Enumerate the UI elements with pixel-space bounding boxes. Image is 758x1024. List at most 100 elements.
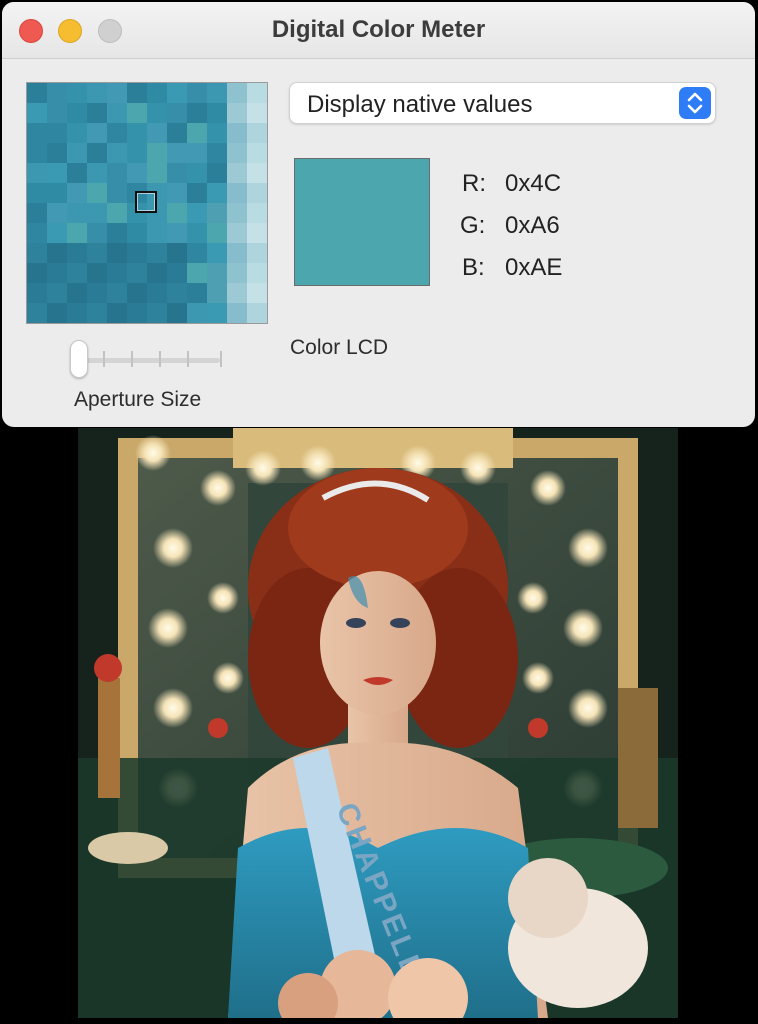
magnifier-pixel — [47, 103, 67, 123]
magnifier-pixel — [87, 143, 107, 163]
magnifier-pixel — [47, 243, 67, 263]
magnifier-pixel — [47, 203, 67, 223]
magnifier-pixel — [27, 123, 47, 143]
magnifier-pixel — [127, 123, 147, 143]
magnifier-pixel — [87, 83, 107, 103]
aperture-size-slider[interactable] — [70, 338, 226, 378]
magnifier-pixel — [47, 283, 67, 303]
color-swatch — [294, 158, 430, 286]
magnifier-pixel — [67, 143, 87, 163]
digital-color-meter-window: Digital Color Meter Aperture Size Displa… — [2, 2, 755, 427]
magnifier-pixel — [27, 243, 47, 263]
magnifier-pixel — [207, 103, 227, 123]
magnifier-pixel — [147, 123, 167, 143]
display-values-popup[interactable]: Display native values — [289, 82, 716, 124]
magnifier-pixel — [87, 203, 107, 223]
magnifier-pixel — [167, 163, 187, 183]
magnifier-pixel — [187, 123, 207, 143]
magnifier-pixel — [227, 283, 247, 303]
magnifier-pixel — [187, 203, 207, 223]
magnifier-pixel — [47, 123, 67, 143]
magnifier-pixel — [27, 263, 47, 283]
magnifier-pixel — [127, 303, 147, 323]
magnifier-pixel — [187, 183, 207, 203]
magnifier-pixel — [27, 163, 47, 183]
magnifier-pixel — [107, 303, 127, 323]
magnifier-pixel — [127, 223, 147, 243]
magnifier-pixel — [167, 243, 187, 263]
magnifier-pixel — [27, 103, 47, 123]
magnifier-pixel — [187, 223, 207, 243]
magnifier-pixel — [87, 183, 107, 203]
magnifier-pixel — [187, 243, 207, 263]
popup-stepper[interactable] — [679, 87, 711, 119]
magnifier-pixel — [127, 143, 147, 163]
magnifier-pixel — [47, 183, 67, 203]
green-channel-label: G: — [460, 212, 486, 239]
magnifier-pixel — [207, 143, 227, 163]
slider-track — [76, 358, 220, 363]
magnifier-pixel — [187, 263, 207, 283]
magnifier-pixel — [87, 163, 107, 183]
magnifier-pixel — [127, 283, 147, 303]
magnifier-pixel — [147, 223, 167, 243]
magnifier-pixel — [207, 183, 227, 203]
magnifier-pixel — [107, 283, 127, 303]
magnifier-pixel — [167, 283, 187, 303]
green-channel-value: 0xA6 — [505, 212, 560, 239]
magnifier-pixel — [147, 243, 167, 263]
magnifier-pixel — [247, 103, 267, 123]
magnifier-pixel — [127, 103, 147, 123]
slider-tick — [131, 351, 133, 367]
magnifier-pixel — [247, 83, 267, 103]
slider-tick — [187, 351, 189, 367]
magnifier-pixel — [107, 223, 127, 243]
magnifier-pixel — [247, 263, 267, 283]
magnifier-pixel — [207, 283, 227, 303]
magnifier-pixel — [87, 103, 107, 123]
magnifier-pixel — [107, 103, 127, 123]
magnifier-pixel — [187, 83, 207, 103]
blue-channel-label: B: — [462, 254, 485, 281]
magnifier-pixel — [67, 183, 87, 203]
magnifier-pixel — [207, 243, 227, 263]
magnifier-pixel — [147, 143, 167, 163]
magnifier-pixel — [47, 263, 67, 283]
magnifier-pixel — [207, 223, 227, 243]
magnifier-pixel — [87, 123, 107, 143]
magnifier-pixel — [27, 303, 47, 323]
magnifier-pixel — [107, 203, 127, 223]
background-photo: CHAPPELL — [78, 428, 678, 1018]
slider-tick — [103, 351, 105, 367]
titlebar[interactable]: Digital Color Meter — [2, 2, 755, 59]
magnifier-pixel — [167, 123, 187, 143]
magnifier-pixel — [247, 123, 267, 143]
magnifier-pixel — [67, 283, 87, 303]
magnifier-pixel — [187, 163, 207, 183]
magnifier-pixel — [107, 183, 127, 203]
magnifier-pixel — [107, 243, 127, 263]
slider-tick — [220, 351, 222, 367]
magnifier-pixel — [147, 283, 167, 303]
magnifier-pixel — [247, 303, 267, 323]
slider-tick — [159, 351, 161, 367]
magnifier-pixel — [67, 103, 87, 123]
magnifier-pixel — [227, 183, 247, 203]
magnifier-pixel — [167, 143, 187, 163]
magnifier-pixel — [227, 263, 247, 283]
magnifier-pixel — [27, 143, 47, 163]
magnifier-pixel — [207, 163, 227, 183]
magnifier-pixel — [247, 183, 267, 203]
magnifier-pixel — [187, 283, 207, 303]
magnifier-pixel — [67, 203, 87, 223]
red-channel-label: R: — [462, 170, 486, 197]
magnifier-pixel — [187, 143, 207, 163]
magnifier-pixel — [227, 303, 247, 323]
slider-thumb[interactable] — [70, 340, 88, 378]
magnifier-pixel — [147, 263, 167, 283]
magnifier-pixel — [67, 123, 87, 143]
magnifier-pixel — [67, 263, 87, 283]
magnifier-pixel — [47, 303, 67, 323]
magnifier-pixel — [227, 223, 247, 243]
magnifier-pixel — [107, 123, 127, 143]
